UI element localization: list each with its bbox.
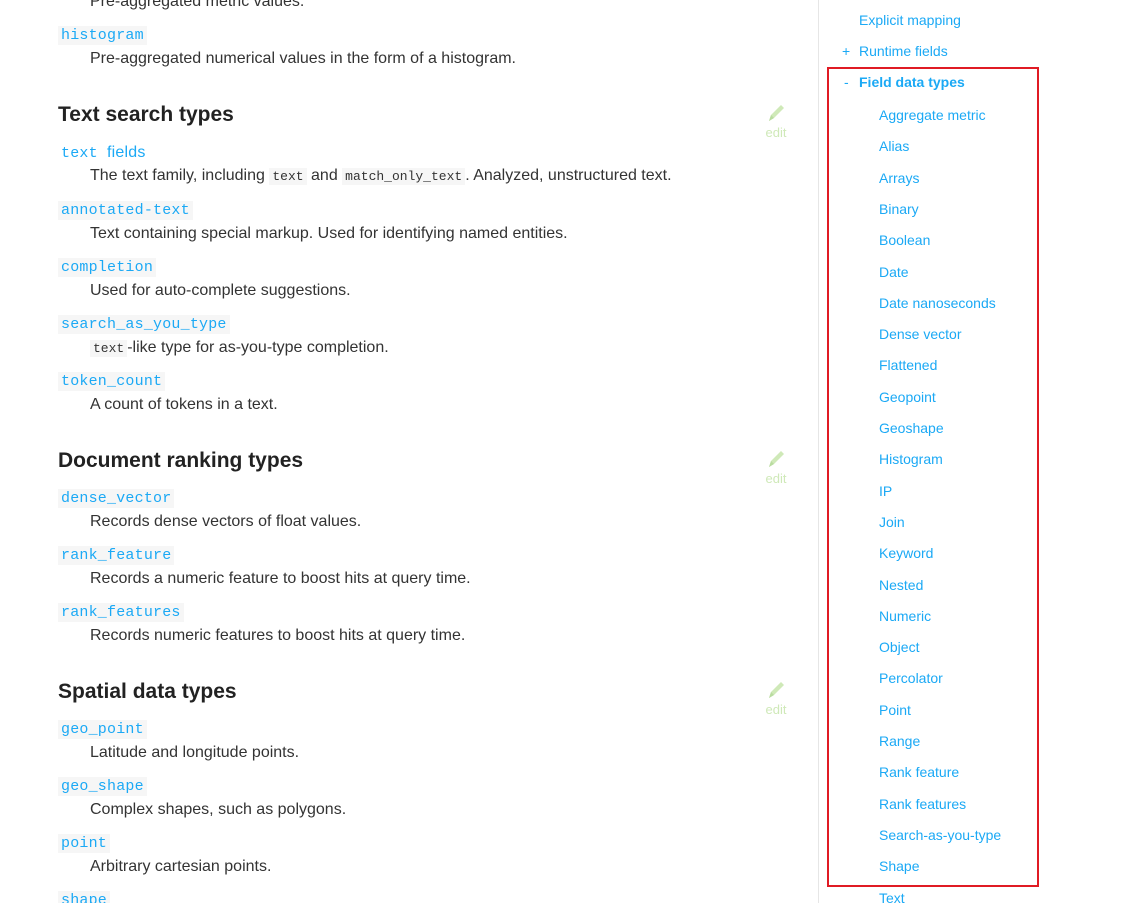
- sidebar-item-text[interactable]: Text: [879, 890, 905, 903]
- sidebar-item-runtime-fields[interactable]: Runtime fields: [859, 43, 948, 59]
- completion-description: Used for auto-complete suggestions.: [90, 282, 351, 299]
- histogram-link[interactable]: histogram: [58, 26, 147, 45]
- edit-link-spatial[interactable]: edit: [762, 679, 790, 717]
- main-content: Pre-aggregated metric values. histogram …: [0, 0, 818, 903]
- section-heading-spatial: Spatial data types: [58, 680, 237, 703]
- highlight-box: [827, 67, 1039, 887]
- pencil-icon: [769, 451, 784, 467]
- token-count-link[interactable]: token_count: [58, 372, 166, 391]
- fields-label[interactable]: fields: [107, 144, 146, 161]
- edit-label: edit: [765, 125, 787, 140]
- pencil-icon: [769, 105, 784, 121]
- geo-point-description: Latitude and longitude points.: [90, 744, 300, 761]
- point-description: Arbitrary cartesian points.: [90, 858, 272, 875]
- edit-label: edit: [765, 702, 787, 717]
- text-fields-description: The text family, including text and matc…: [90, 167, 672, 185]
- completion-link[interactable]: completion: [58, 258, 157, 277]
- text-fields-link[interactable]: text fields: [58, 143, 149, 163]
- dense-vector-link[interactable]: dense_vector: [58, 489, 175, 508]
- histogram-description: Pre-aggregated numerical values in the f…: [90, 50, 516, 67]
- text-code: text: [90, 340, 128, 357]
- sidebar-item-explicit-mapping[interactable]: Explicit mapping: [859, 12, 961, 28]
- shape-link[interactable]: shape: [58, 891, 111, 903]
- edit-link-document-ranking[interactable]: edit: [762, 448, 790, 486]
- geo-shape-description: Complex shapes, such as polygons.: [90, 801, 347, 818]
- expand-toggle-runtime-fields[interactable]: +: [842, 43, 850, 59]
- pencil-icon: [769, 682, 784, 698]
- section-heading-text-search: Text search types: [58, 103, 234, 126]
- annotated-text-description: Text containing special markup. Used for…: [90, 225, 568, 242]
- metric-description: Pre-aggregated metric values.: [90, 0, 305, 10]
- edit-label: edit: [765, 471, 787, 486]
- point-link[interactable]: point: [58, 834, 111, 853]
- geo-shape-link[interactable]: geo_shape: [58, 777, 147, 796]
- text-code: text: [269, 168, 307, 185]
- section-heading-document-ranking: Document ranking types: [58, 449, 304, 472]
- annotated-text-link[interactable]: annotated-text: [58, 201, 193, 220]
- search-as-you-type-desc-text: -like type for as-you-type completion.: [127, 339, 389, 356]
- rank-feature-link[interactable]: rank_feature: [58, 546, 175, 565]
- rank-features-description: Records numeric features to boost hits a…: [90, 627, 466, 644]
- text-desc-part-a: The text family, including: [90, 167, 265, 184]
- match-only-text-code: match_only_text: [342, 168, 466, 185]
- text-desc-part-c: . Analyzed, unstructured text.: [465, 167, 672, 184]
- rank-feature-description: Records a numeric feature to boost hits …: [90, 570, 471, 587]
- text-term[interactable]: text: [61, 145, 98, 162]
- edit-link-text-search[interactable]: edit: [762, 102, 790, 140]
- search-as-you-type-link[interactable]: search_as_you_type: [58, 315, 230, 334]
- geo-point-link[interactable]: geo_point: [58, 720, 147, 739]
- dense-vector-description: Records dense vectors of float values.: [90, 513, 362, 530]
- search-as-you-type-description: text -like type for as-you-type completio…: [90, 339, 389, 357]
- text-desc-part-b: and: [311, 167, 338, 184]
- rank-features-link[interactable]: rank_features: [58, 603, 184, 622]
- token-count-description: A count of tokens in a text.: [90, 396, 278, 413]
